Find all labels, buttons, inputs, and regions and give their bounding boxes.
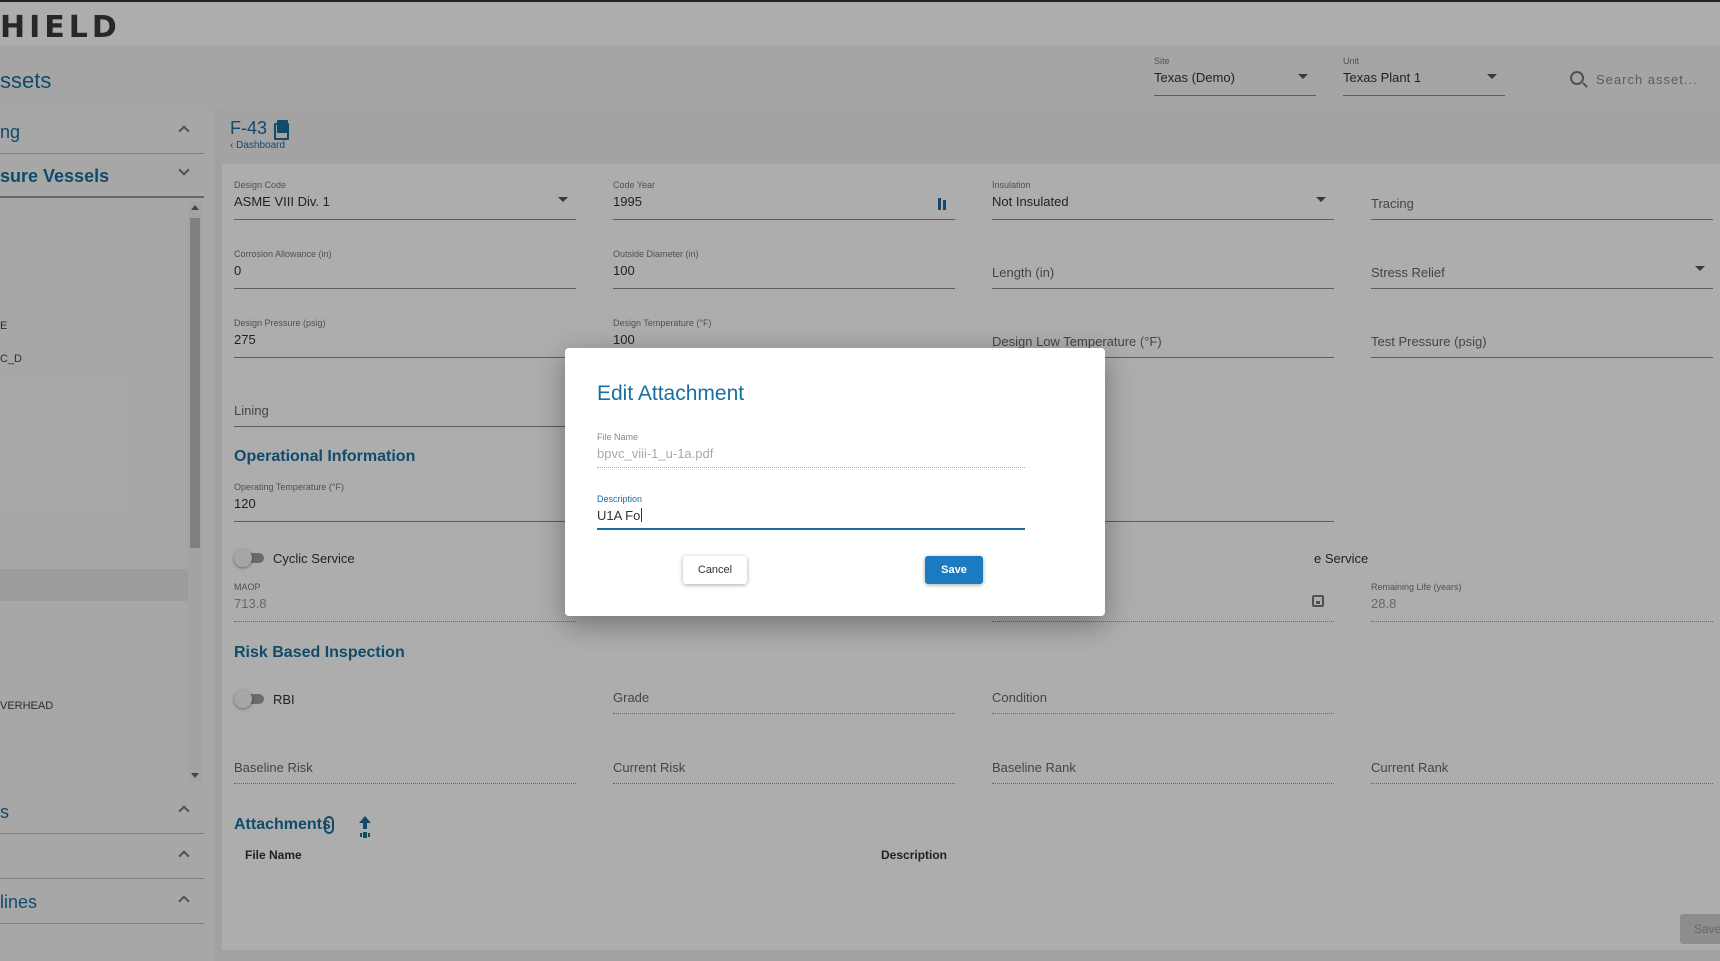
cancel-button[interactable]: Cancel — [683, 556, 747, 584]
description-input[interactable]: Description U1A Fo — [597, 494, 1025, 530]
field-label: Description — [597, 494, 643, 504]
file-name-field: File Name bpvc_viii-1_u-1a.pdf — [597, 432, 1025, 468]
field-label: File Name — [597, 432, 639, 442]
field-value: bpvc_viii-1_u-1a.pdf — [597, 446, 714, 461]
dialog-title: Edit Attachment — [597, 382, 745, 405]
description-text: U1A Fo — [597, 508, 641, 523]
field-value: U1A Fo — [597, 508, 643, 523]
text-cursor — [641, 508, 643, 522]
save-button[interactable]: Save — [925, 556, 983, 584]
edit-attachment-dialog: Edit Attachment File Name bpvc_viii-1_u-… — [565, 348, 1105, 616]
